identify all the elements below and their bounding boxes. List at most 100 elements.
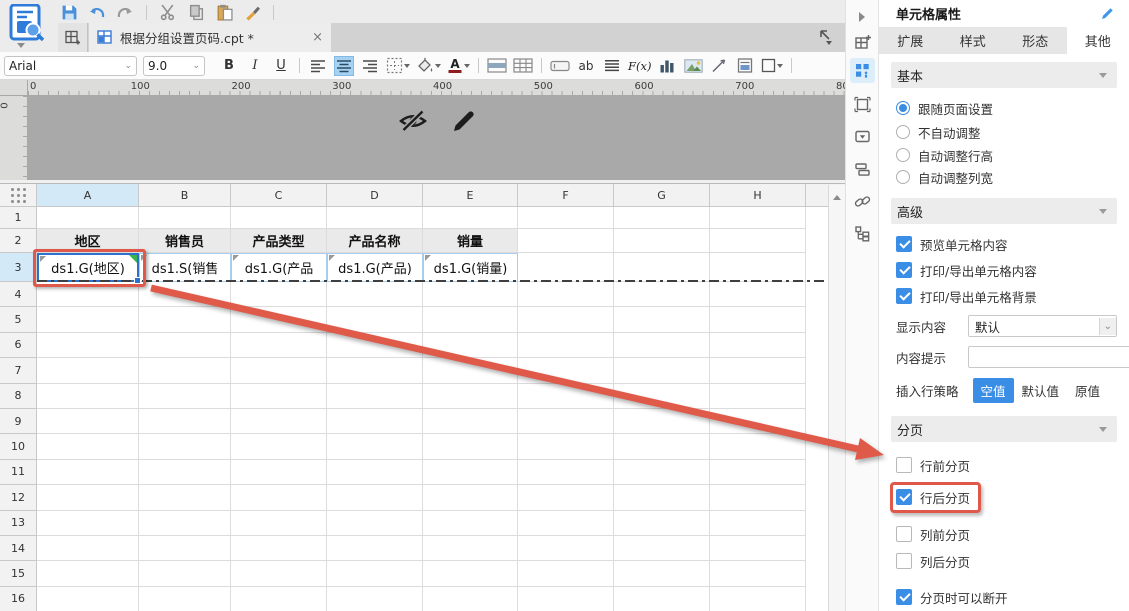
sheet-cell[interactable] [327, 332, 423, 359]
sheet-cell[interactable]: ds1.G(产品 [231, 253, 327, 282]
row-header[interactable]: 1 [0, 207, 37, 229]
column-header[interactable]: F [518, 184, 614, 207]
sheet-cell[interactable] [518, 510, 614, 536]
sheet-cell[interactable]: ds1.G(产品) [327, 253, 423, 282]
sheet-cell[interactable] [710, 332, 806, 359]
sheet-cell[interactable] [710, 434, 806, 460]
sheet-cell[interactable] [423, 485, 518, 511]
sheet-cell[interactable] [37, 459, 139, 486]
sheet-cell[interactable] [37, 408, 139, 435]
scroll-up-icon[interactable] [833, 191, 841, 200]
sheet-cell[interactable] [423, 383, 518, 409]
tab-form[interactable]: 形态 [1004, 27, 1067, 54]
sheet-cell[interactable] [37, 586, 139, 611]
section-pagination[interactable]: 分页 [891, 416, 1117, 442]
sheet-cell[interactable] [37, 332, 139, 359]
condition-attributes-icon[interactable] [850, 157, 875, 182]
shape-icon[interactable] [761, 56, 784, 76]
sheet-cell[interactable] [327, 282, 423, 308]
align-right-icon[interactable] [360, 56, 380, 76]
checkbox-page-break-before-row[interactable]: 行前分页 [891, 455, 1117, 475]
cell-element-icon[interactable] [850, 30, 875, 55]
sheet-cell[interactable] [710, 253, 806, 282]
sheet-cell[interactable] [231, 586, 327, 611]
sheet-cell[interactable] [710, 207, 806, 229]
sheet-cell[interactable] [518, 535, 614, 562]
sheet-cell[interactable] [518, 459, 614, 486]
component-tree-icon[interactable] [850, 221, 875, 246]
sheet-cell[interactable] [139, 561, 231, 587]
underline-button[interactable]: U [271, 56, 291, 76]
fill-color-icon[interactable] [416, 56, 441, 76]
sheet-cell[interactable] [231, 510, 327, 536]
sheet-cell[interactable] [518, 561, 614, 587]
sheet-cell[interactable] [139, 510, 231, 536]
sheet-cell[interactable] [518, 408, 614, 435]
sheet-cell[interactable] [614, 510, 710, 536]
sheet-cell[interactable] [37, 307, 139, 333]
sheet-cell[interactable] [139, 282, 231, 308]
sheet-cell[interactable] [518, 383, 614, 409]
redo-icon[interactable] [116, 3, 134, 21]
sheet-cell[interactable] [139, 307, 231, 333]
option-original-value[interactable]: 原值 [1067, 378, 1108, 403]
sheet-cell[interactable] [614, 253, 710, 282]
sheet-cell[interactable] [423, 561, 518, 587]
sheet-cell[interactable] [231, 383, 327, 409]
sheet-cell[interactable] [139, 459, 231, 486]
widget-settings-icon[interactable] [850, 124, 875, 149]
sheet-cell[interactable] [139, 535, 231, 562]
sheet-cell[interactable] [614, 459, 710, 486]
widget-icon[interactable] [550, 56, 570, 76]
sheet-cell[interactable] [327, 434, 423, 460]
sheet-cell[interactable]: 销售员 [139, 229, 231, 253]
sheet-cell[interactable] [710, 535, 806, 562]
wrap-lines-icon[interactable] [602, 56, 622, 76]
new-report-button[interactable] [58, 23, 88, 52]
sheet-cell[interactable]: 产品类型 [231, 229, 327, 253]
ab-text-icon[interactable]: ab [576, 56, 596, 76]
sheet-cell[interactable] [423, 282, 518, 308]
sheet-cell[interactable] [37, 561, 139, 587]
edit-pencil-icon[interactable] [450, 109, 476, 135]
sheet-cell[interactable] [231, 282, 327, 308]
sheet-cell[interactable] [139, 332, 231, 359]
column-header[interactable]: B [139, 184, 231, 207]
sheet-cell[interactable] [327, 535, 423, 562]
sheet-cell[interactable] [423, 307, 518, 333]
sheet-cell[interactable] [423, 408, 518, 435]
sheet-cell[interactable] [37, 383, 139, 409]
radio-auto-row-height[interactable]: 自动调整行高 [891, 145, 1117, 165]
sheet-cell[interactable] [518, 307, 614, 333]
align-left-icon[interactable] [308, 56, 328, 76]
display-content-select[interactable]: 默认 ⌄ [968, 315, 1117, 337]
sheet-cell[interactable] [614, 282, 710, 308]
row-header[interactable]: 3 [0, 253, 37, 282]
sheet-cell[interactable] [37, 358, 139, 384]
sheet-cell[interactable] [231, 207, 327, 229]
finereport-logo-icon[interactable] [9, 4, 47, 41]
sheet-select-all-corner[interactable] [0, 184, 37, 207]
sheet-cell[interactable] [327, 207, 423, 229]
dock-corner-icon[interactable] [817, 29, 833, 49]
sheet-cell[interactable] [327, 358, 423, 384]
sheet-cell[interactable] [423, 434, 518, 460]
line-icon[interactable] [709, 56, 729, 76]
sheet-cell[interactable] [518, 282, 614, 308]
tab-style[interactable]: 样式 [942, 27, 1005, 54]
formula-icon[interactable]: F(x) [628, 56, 651, 76]
sheet-cell[interactable] [139, 485, 231, 511]
sheet-cell[interactable] [231, 434, 327, 460]
border-icon[interactable] [386, 56, 410, 76]
option-null-value[interactable]: 空值 [972, 378, 1014, 403]
radio-follow-page[interactable]: 跟随页面设置 [891, 98, 1117, 118]
font-size-select[interactable]: 9.0 ⌄ [143, 55, 205, 76]
sheet-cell[interactable] [423, 459, 518, 486]
eye-off-icon[interactable] [398, 109, 428, 133]
sheet-cell[interactable] [710, 510, 806, 536]
sheet-cell[interactable] [518, 229, 614, 253]
checkbox-preview-content[interactable]: 预览单元格内容 [891, 234, 1117, 254]
sheet-cell[interactable] [423, 535, 518, 562]
sheet-cell[interactable] [614, 586, 710, 611]
checkbox-can-break-on-paging[interactable]: 分页时可以断开 [891, 587, 1117, 607]
